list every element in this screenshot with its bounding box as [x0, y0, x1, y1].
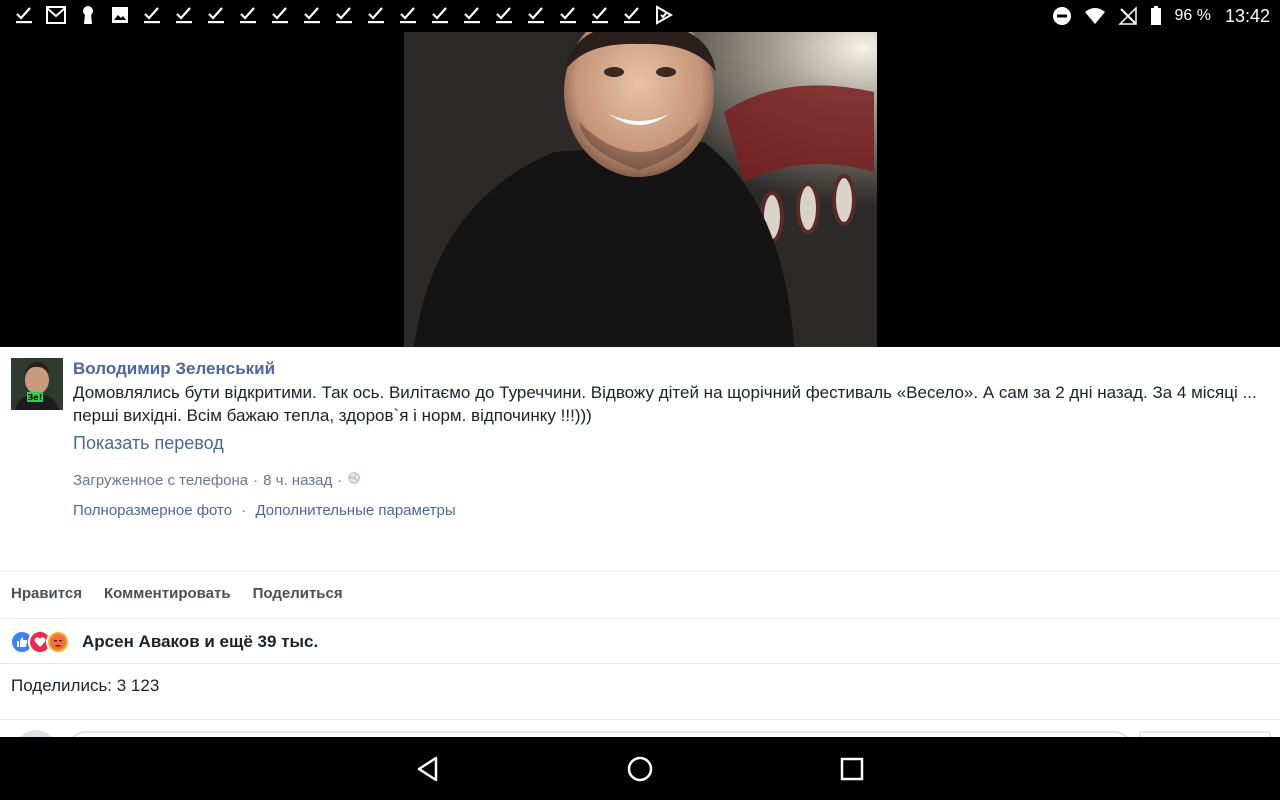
- check-icon: [462, 5, 482, 25]
- clock: 13:42: [1224, 5, 1270, 26]
- no-signal-icon: [1118, 6, 1138, 26]
- system-status: 96 % 13:42: [1052, 0, 1270, 32]
- notification-icons: [14, 5, 686, 25]
- post-meta: Загруженное с телефона · 8 ч. назад ·: [73, 471, 361, 489]
- reactions-summary[interactable]: Арсен Аваков и ещё 39 тыс.: [10, 630, 318, 654]
- comment-composer: [0, 720, 1280, 737]
- check-icon: [206, 5, 226, 25]
- photo-links: Полноразмерное фото · Дополнительные пар…: [73, 502, 456, 519]
- check-icon: [174, 5, 194, 25]
- check-icon: [270, 5, 290, 25]
- check-icon: [302, 5, 322, 25]
- back-button[interactable]: [412, 753, 444, 785]
- globe-icon: [347, 471, 361, 489]
- battery-percent: 96 %: [1174, 7, 1211, 24]
- full-size-photo-link[interactable]: Полноразмерное фото: [73, 502, 232, 519]
- check-icon: [238, 5, 258, 25]
- shares-count[interactable]: Поделились: 3 123: [11, 676, 159, 696]
- recents-button[interactable]: [836, 753, 868, 785]
- check-icon: [334, 5, 354, 25]
- check-icon: [558, 5, 578, 25]
- play-check-icon: [654, 5, 674, 25]
- battery-icon: [1150, 6, 1162, 26]
- status-bar: 96 % 13:42: [0, 0, 1280, 32]
- check-icon: [494, 5, 514, 25]
- divider: [0, 663, 1280, 664]
- wifi-icon: [1084, 7, 1106, 25]
- reaction-icons: [10, 630, 70, 654]
- keyhole-icon: [78, 5, 98, 25]
- home-button[interactable]: [624, 753, 656, 785]
- gmail-icon: [46, 5, 66, 25]
- post-timestamp[interactable]: 8 ч. назад: [263, 472, 332, 489]
- more-options-link[interactable]: Дополнительные параметры: [255, 502, 455, 519]
- like-button[interactable]: Нравится: [11, 585, 82, 602]
- show-translation-link[interactable]: Показать перевод: [73, 433, 224, 454]
- angry-reaction-icon: [46, 630, 70, 654]
- check-icon: [526, 5, 546, 25]
- upload-source[interactable]: Загруженное с телефона: [73, 472, 248, 489]
- photo-viewer: [0, 32, 1280, 347]
- post-card: Зе! Володимир Зеленський Домовлялись бут…: [0, 347, 1280, 737]
- post-text: Домовлялись бути відкритими. Так ось. Ви…: [73, 383, 1257, 425]
- post-photo[interactable]: [404, 32, 877, 347]
- post-actions: Нравится Комментировать Поделиться: [11, 585, 365, 602]
- reactions-text[interactable]: Арсен Аваков и ещё 39 тыс.: [82, 632, 318, 652]
- post-author[interactable]: Володимир Зеленський: [73, 359, 275, 379]
- separator: ·: [337, 471, 343, 489]
- do-not-disturb-icon: [1052, 6, 1072, 26]
- svg-text:Зе!: Зе!: [28, 393, 43, 402]
- share-button[interactable]: Поделиться: [253, 585, 343, 602]
- check-icon: [366, 5, 386, 25]
- check-icon: [14, 5, 34, 25]
- divider: [0, 618, 1280, 619]
- navigation-bar: [0, 737, 1280, 800]
- check-icon: [590, 5, 610, 25]
- comment-button[interactable]: Комментировать: [104, 585, 231, 602]
- check-icon: [142, 5, 162, 25]
- separator: ·: [241, 502, 247, 519]
- divider: [0, 571, 1280, 572]
- image-icon: [110, 5, 130, 25]
- check-icon: [430, 5, 450, 25]
- author-avatar[interactable]: Зе!: [11, 358, 63, 410]
- check-icon: [622, 5, 642, 25]
- check-icon: [398, 5, 418, 25]
- separator: ·: [253, 471, 259, 489]
